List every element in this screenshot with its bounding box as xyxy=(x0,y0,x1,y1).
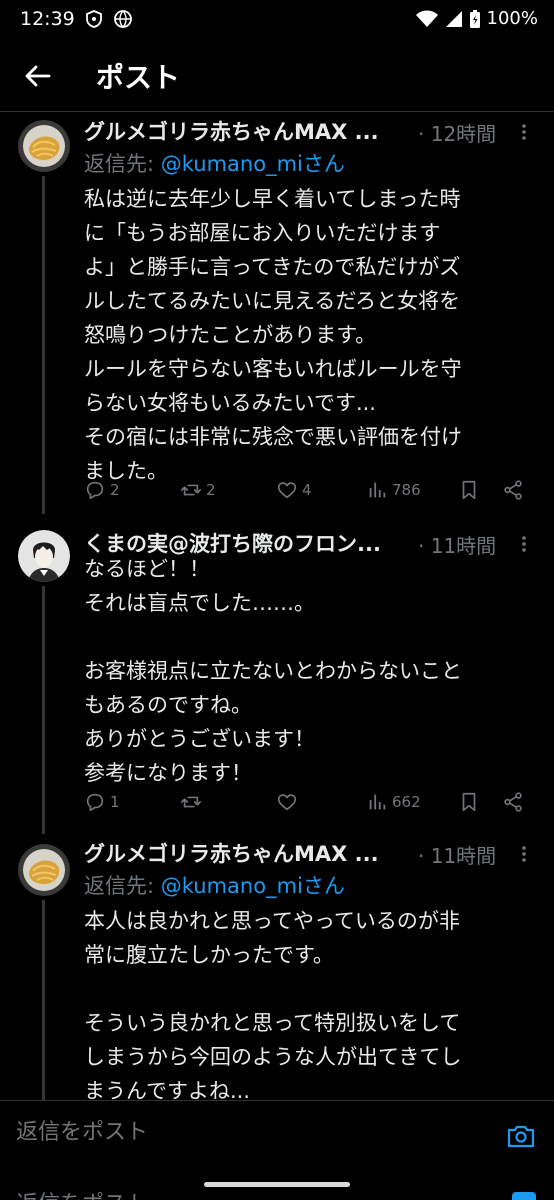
tweet-body: 本人は良かれと思ってやっているのが非 常に腹立たしかったです。 そういう良かれと… xyxy=(84,904,534,1108)
body-line-blank xyxy=(84,972,534,1006)
body-line: らない女将もいるみたいです... xyxy=(84,391,376,415)
post-time[interactable]: · 11時間 xyxy=(418,840,496,869)
body-line: ルしたてるみたいに見えるだろと女将を xyxy=(84,289,461,313)
body-line: 参考になります！ xyxy=(84,761,252,785)
avatar-person-icon xyxy=(18,530,70,582)
reply-button[interactable]: 2 xyxy=(84,479,120,501)
page-title: ポスト xyxy=(96,61,181,94)
body-line: 怒鳴りつけたことがあります。 xyxy=(84,323,377,347)
battery-icon xyxy=(469,9,480,28)
action-bar: 2 2 4 786 xyxy=(84,479,534,505)
status-bar: 12:39 100% xyxy=(0,0,554,40)
display-name[interactable]: グルメゴリラ赤ちゃんMAX ... xyxy=(84,116,406,146)
thread-line xyxy=(42,586,45,834)
views-button[interactable]: 786 xyxy=(366,479,421,501)
tweet-body: 私は逆に去年少し早く着いてしまった時 に「もうお部屋にお入りいただけます よ」と… xyxy=(84,182,534,488)
home-indicator[interactable] xyxy=(204,1182,350,1187)
display-name[interactable]: グルメゴリラ赤ちゃんMAX ... xyxy=(84,838,406,868)
reply-icon xyxy=(86,481,104,500)
more-vertical-icon[interactable] xyxy=(514,122,534,142)
body-line: なるほど！！ xyxy=(84,557,210,581)
tweet-3[interactable]: グルメゴリラ赤ちゃんMAX ... · 11時間 返信先: @kumano_mi… xyxy=(0,834,554,1103)
app-bar: ポスト xyxy=(0,40,554,112)
arrow-left-icon[interactable] xyxy=(22,60,54,92)
view-count: 786 xyxy=(392,481,421,499)
like-button[interactable] xyxy=(276,791,302,813)
share-icon[interactable] xyxy=(502,479,524,501)
avatar[interactable] xyxy=(18,530,70,582)
like-count: 4 xyxy=(302,481,312,499)
more-vertical-icon[interactable] xyxy=(514,534,534,554)
reply-suffix: さん xyxy=(302,152,345,176)
body-line: 本人は良かれと思ってやっているのが非 xyxy=(84,909,460,933)
wifi-icon xyxy=(415,10,438,27)
views-chart-icon xyxy=(369,482,386,498)
view-count: 662 xyxy=(392,793,421,811)
body-line: 私は逆に去年少し早く着いてしまった時 xyxy=(84,187,461,211)
views-chart-icon xyxy=(369,794,386,810)
more-vertical-icon[interactable] xyxy=(514,844,534,864)
tweet-body: なるほど！！ それは盲点でした……。 お客様視点に立たないとわからないこと もあ… xyxy=(84,552,534,790)
thread-line xyxy=(42,176,45,514)
camera-icon[interactable] xyxy=(506,1121,536,1151)
tweet-1[interactable]: グルメゴリラ赤ちゃんMAX ... · 12時間 返信先: @kumano_mi… xyxy=(0,112,554,514)
reply-to: 返信先: @kumano_miさん xyxy=(84,870,345,900)
repost-count: 2 xyxy=(206,481,216,499)
repost-button[interactable]: 2 xyxy=(180,479,216,501)
repost-button[interactable] xyxy=(180,791,206,813)
body-line: ありがとうございます！ xyxy=(84,727,315,751)
status-time: 12:39 xyxy=(20,8,75,30)
body-line-blank xyxy=(84,620,534,654)
heart-icon xyxy=(277,482,297,499)
body-line: それは盲点でした……。 xyxy=(84,591,315,615)
body-line: しまうから今回のような人が出てきてし xyxy=(84,1045,462,1069)
reply-count: 1 xyxy=(110,793,120,811)
reply-suffix: さん xyxy=(302,874,345,898)
shield-icon xyxy=(86,10,102,28)
bookmark-icon[interactable] xyxy=(458,479,480,501)
post-time[interactable]: · 12時間 xyxy=(418,118,496,147)
body-line: そういう良かれと思って特別扱いをして xyxy=(84,1011,461,1035)
reply-input[interactable] xyxy=(16,1119,304,1145)
tweet-2[interactable]: くまの実@波打ち際のフロン... · 11時間 なるほど！！ それは盲点でした…… xyxy=(0,514,554,834)
reply-count: 2 xyxy=(110,481,120,499)
body-line: お客様視点に立たないとわからないこと xyxy=(84,659,462,683)
battery-percent: 100% xyxy=(486,8,538,29)
composer-ghost-text: 返信をポスト xyxy=(16,1186,148,1200)
reply-icon xyxy=(86,793,104,812)
reply-button[interactable]: 1 xyxy=(84,791,120,813)
reply-prefix: 返信先: xyxy=(84,874,161,898)
reply-composer xyxy=(0,1100,554,1172)
reply-handle[interactable]: @kumano_mi xyxy=(161,874,303,898)
body-line: 常に腹立たしかったです。 xyxy=(84,943,334,967)
body-line: もあるのですね。 xyxy=(84,693,252,717)
heart-icon xyxy=(277,794,297,811)
repost-icon xyxy=(181,796,201,808)
body-line: に「もうお部屋にお入りいただけます xyxy=(84,221,441,245)
repost-icon xyxy=(181,484,201,496)
status-right: 100% xyxy=(415,8,538,29)
body-line: その宿には非常に残念で悪い評価を付け xyxy=(84,425,462,449)
bookmark-icon[interactable] xyxy=(458,791,480,813)
avatar-food-icon xyxy=(18,844,70,896)
avatar-food-icon xyxy=(18,120,70,172)
reply-to: 返信先: @kumano_miさん xyxy=(84,148,345,178)
reply-handle[interactable]: @kumano_mi xyxy=(161,152,303,176)
reply-prefix: 返信先: xyxy=(84,152,161,176)
compose-fab-icon[interactable] xyxy=(512,1192,536,1200)
like-button[interactable]: 4 xyxy=(276,479,312,501)
views-button[interactable]: 662 xyxy=(366,791,421,813)
globe-icon xyxy=(114,10,132,28)
avatar[interactable] xyxy=(18,844,70,896)
signal-icon xyxy=(445,10,462,27)
share-icon[interactable] xyxy=(502,791,524,813)
thread-line xyxy=(42,900,45,1100)
avatar[interactable] xyxy=(18,120,70,172)
action-bar: 1 662 xyxy=(84,791,534,817)
body-line: よ」と勝手に言ってきたので私だけがズ xyxy=(84,255,461,279)
body-line: ルールを守らない客もいればルールを守 xyxy=(84,357,462,381)
